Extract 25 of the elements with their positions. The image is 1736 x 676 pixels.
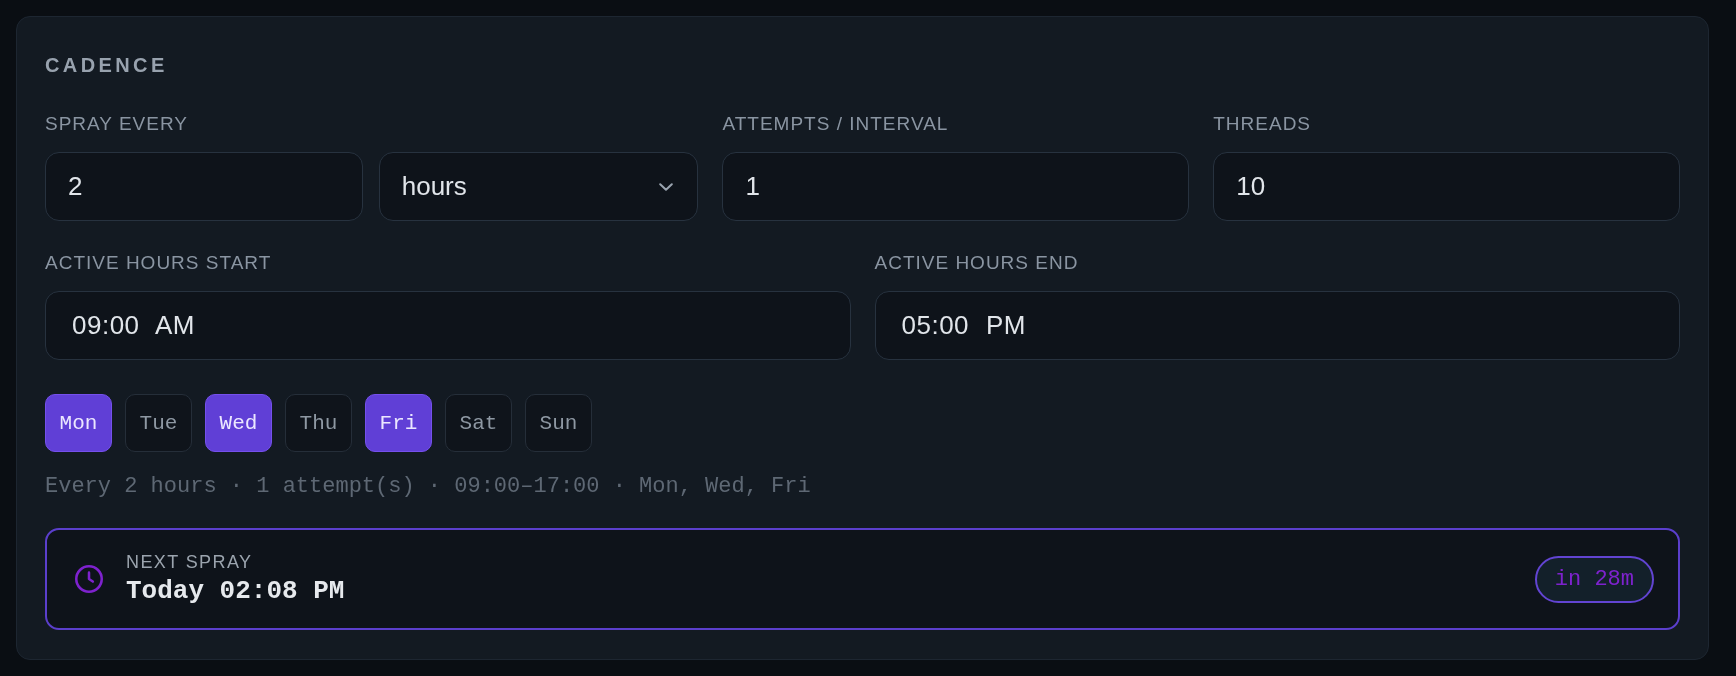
- number-field[interactable]: 1: [722, 152, 1190, 221]
- time-field[interactable]: 09:00 AM: [45, 291, 851, 360]
- day-toggle[interactable]: Sun: [525, 394, 592, 452]
- next-spray-time: Today 02:08 PM: [126, 575, 346, 607]
- day-toggle[interactable]: Fri: [365, 394, 432, 452]
- unit-select[interactable]: hours: [378, 152, 699, 221]
- day-toggle[interactable]: Sat: [445, 394, 512, 452]
- next-spray-label: NEXT SPRAY: [126, 551, 254, 573]
- day-toggle[interactable]: Thu: [285, 394, 352, 452]
- clock-icon: [75, 565, 103, 593]
- field-label: ATTEMPTS / INTERVAL: [722, 112, 950, 136]
- number-field[interactable]: 10: [1213, 152, 1680, 221]
- day-toggle[interactable]: Mon: [45, 394, 112, 452]
- day-toggle[interactable]: Tue: [125, 394, 192, 452]
- number-field[interactable]: 2: [45, 152, 363, 221]
- chevron-down-icon: [659, 182, 674, 191]
- field-label: ACTIVE HOURS END: [874, 251, 1080, 275]
- schedule-summary: Every 2 hours · 1 attempt(s) · 09:00–17:00 · Mon, Wed, Fri: [45, 473, 812, 501]
- section-title: CADENCE: [45, 53, 169, 78]
- time-field[interactable]: 05:00 PM: [874, 291, 1680, 360]
- countdown-badge: in 28m: [1534, 555, 1654, 603]
- field-label: ACTIVE HOURS START: [45, 251, 273, 275]
- field-label: THREADS: [1213, 112, 1313, 136]
- day-toggle[interactable]: Wed: [205, 394, 272, 452]
- field-label: SPRAY EVERY: [45, 112, 189, 136]
